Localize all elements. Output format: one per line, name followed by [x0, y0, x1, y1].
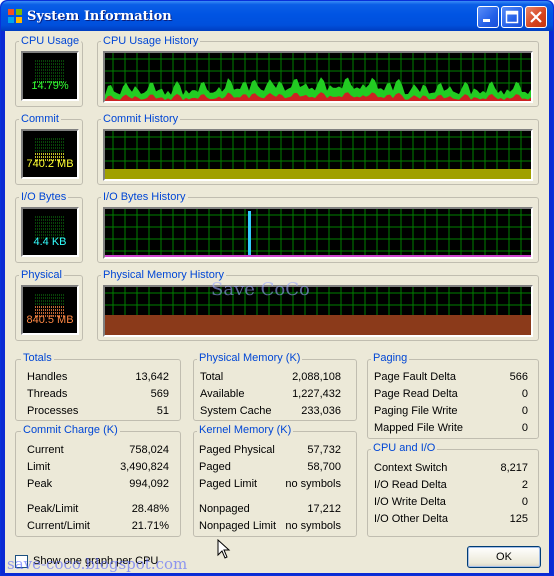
i-o-bytes-meter-label: I/O Bytes: [19, 191, 69, 203]
commit-meter-bars: [35, 138, 65, 161]
physical-history-graph: [103, 285, 533, 337]
available-label: Available: [200, 388, 245, 400]
current-limit-value: 21.71%: [131, 520, 169, 532]
current-label: Current: [27, 444, 64, 456]
physical-history-plot: [105, 287, 531, 335]
i-o-write-delta-label: I/O Write Delta: [374, 496, 446, 508]
cpu-usage-meter-bars: [35, 60, 65, 83]
available-value: 1,227,432: [292, 388, 341, 400]
page-read-delta-label: Page Read Delta: [374, 388, 458, 400]
cpu-usage-meter: 14.79%: [21, 51, 79, 101]
nonpaged-label: Nonpaged: [199, 503, 250, 515]
totals-title: Totals: [21, 352, 54, 364]
commit-series: [105, 169, 531, 179]
nonpaged-limit-value: no symbols: [285, 520, 341, 532]
paged-physical-value: 57,732: [307, 444, 341, 456]
cpu-usage-history-graph: [103, 51, 533, 103]
title-bar[interactable]: System Information: [1, 1, 553, 31]
commit-history-label: Commit History: [101, 113, 181, 125]
io-spike: [248, 211, 251, 257]
cpu-usage-history-plot: [105, 53, 531, 101]
page-fault-delta-label: Page Fault Delta: [374, 371, 456, 383]
paged-label: Paged: [199, 461, 231, 473]
physical-history-label: Physical Memory History: [101, 269, 227, 281]
total-label: Total: [200, 371, 224, 383]
commit-meter-value: 740.2 MB: [26, 158, 74, 170]
processes-label: Processes: [27, 405, 79, 417]
ok-button[interactable]: OK: [467, 546, 541, 568]
processes-value: 51: [156, 405, 169, 417]
maximize-icon: [505, 10, 519, 24]
minimize-icon: [483, 19, 490, 22]
i-o-other-delta-label: I/O Other Delta: [374, 513, 448, 525]
window-title: System Information: [27, 9, 172, 24]
physical-meter-label: Physical: [19, 269, 64, 281]
context-switch-label: Context Switch: [374, 462, 448, 474]
system-info-icon: [7, 8, 23, 24]
total-value: 2,088,108: [292, 371, 341, 383]
i-o-bytes-history-label: I/O Bytes History: [101, 191, 188, 203]
nonpaged-value: 17,212: [307, 503, 341, 515]
cpu-usage-meter-value: 14.79%: [31, 80, 69, 92]
i-o-bytes-meter-bars: [35, 216, 65, 239]
threads-value: 569: [150, 388, 169, 400]
i-o-read-delta-label: I/O Read Delta: [374, 479, 447, 491]
commit-history-graph: [103, 129, 533, 181]
close-button[interactable]: [525, 6, 547, 28]
i-o-bytes-history-plot: [105, 209, 531, 257]
mapped-file-write-value: 0: [521, 422, 528, 434]
commit-charge-title: Commit Charge (K): [21, 424, 120, 436]
cpu-usage-meter-label: CPU Usage: [19, 35, 82, 47]
system-information-window: System Information CPU Usage 14.79% CPU Us…: [0, 0, 554, 576]
i-o-write-delta-value: 0: [521, 496, 528, 508]
physical-memory-title: Physical Memory (K): [197, 352, 303, 364]
peak-limit-label: Peak/Limit: [27, 503, 79, 515]
i-o-bytes-meter: 4.4 KB: [21, 207, 79, 257]
peak-value: 994,092: [129, 478, 169, 490]
limit-label: Limit: [27, 461, 51, 473]
paged-limit-value: no symbols: [285, 478, 341, 490]
paging-title: Paging: [371, 352, 410, 364]
cpu-usage-history-label: CPU Usage History: [101, 35, 201, 47]
current-value: 758,024: [129, 444, 169, 456]
physical-memory-series: [105, 315, 531, 335]
paging-file-write-label: Paging File Write: [374, 405, 458, 417]
commit-meter-label: Commit: [19, 113, 61, 125]
system-cache-value: 233,036: [301, 405, 341, 417]
commit-history-plot: [105, 131, 531, 179]
page-fault-delta-value: 566: [509, 371, 528, 383]
page-read-delta-value: 0: [521, 388, 528, 400]
minimize-button[interactable]: [477, 6, 499, 28]
close-icon: [530, 11, 542, 23]
physical-meter-value: 840.5 MB: [26, 314, 74, 326]
i-o-read-delta-value: 2: [521, 479, 528, 491]
handles-label: Handles: [27, 371, 68, 383]
watermark-url: save-coco.blogspot.com: [7, 555, 188, 573]
i-o-other-delta-value: 125: [509, 513, 528, 525]
context-switch-value: 8,217: [500, 462, 528, 474]
watermark-text: Save CoCo: [211, 279, 310, 300]
paging-file-write-value: 0: [521, 405, 528, 417]
peak-limit-value: 28.48%: [131, 503, 169, 515]
peak-label: Peak: [27, 478, 53, 490]
physical-meter: 840.5 MB: [21, 285, 79, 335]
kernel-memory-title: Kernel Memory (K): [197, 424, 294, 436]
maximize-button[interactable]: [501, 6, 523, 28]
commit-meter: 740.2 MB: [21, 129, 79, 179]
i-o-bytes-meter-value: 4.4 KB: [33, 236, 67, 248]
current-limit-label: Current/Limit: [27, 520, 90, 532]
paged-value: 58,700: [307, 461, 341, 473]
client-area: CPU Usage 14.79% CPU Usage History Commit 74…: [5, 31, 549, 573]
limit-value: 3,490,824: [120, 461, 169, 473]
paged-limit-label: Paged Limit: [199, 478, 258, 490]
cpu-io-title: CPU and I/O: [371, 442, 438, 454]
threads-label: Threads: [27, 388, 68, 400]
physical-meter-bars: [35, 294, 65, 317]
handles-value: 13,642: [135, 371, 169, 383]
mouse-cursor-icon: [217, 539, 231, 559]
i-o-bytes-history-graph: [103, 207, 533, 259]
